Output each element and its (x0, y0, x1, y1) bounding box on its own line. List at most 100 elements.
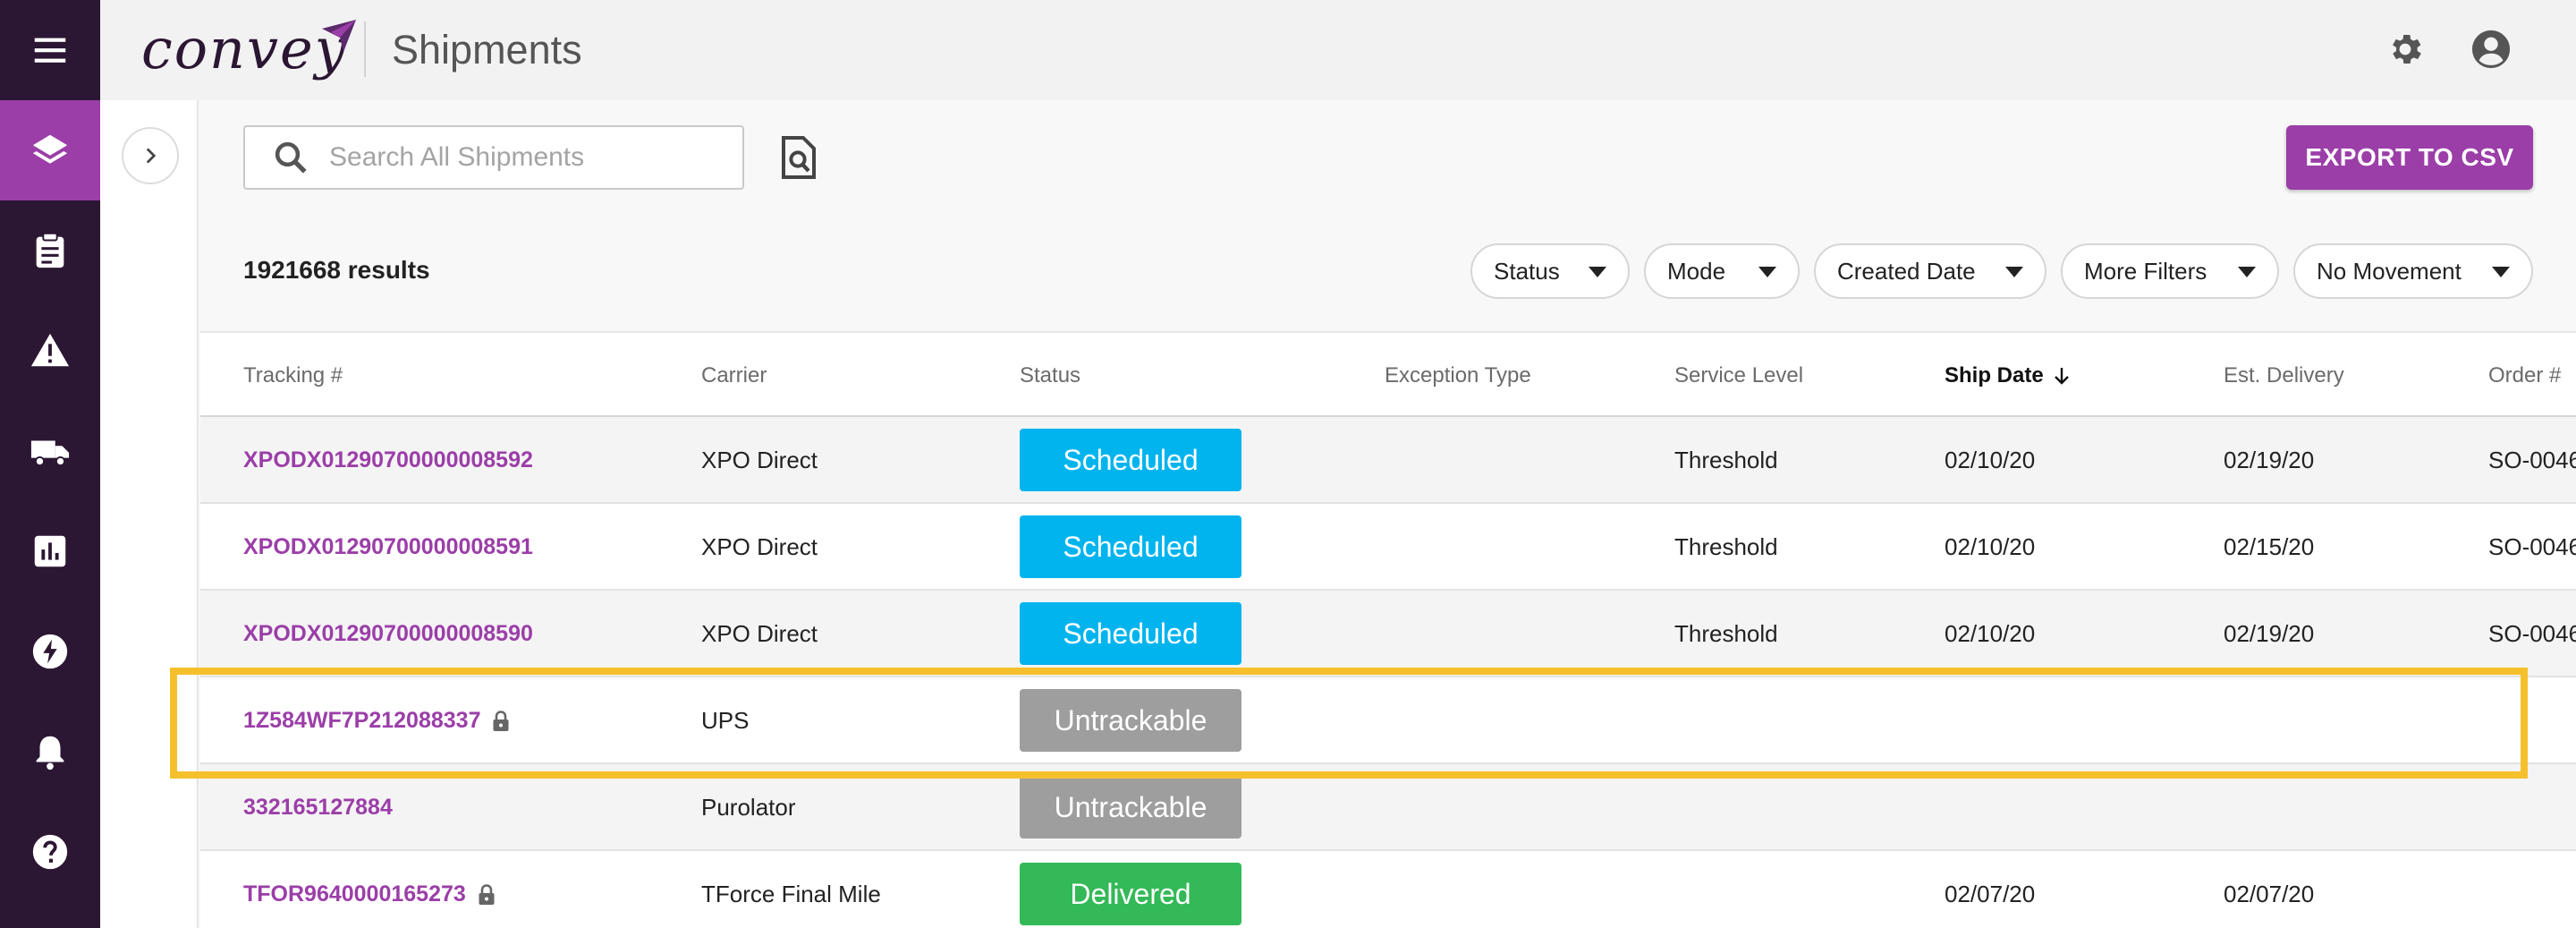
document-search-icon[interactable] (776, 134, 819, 181)
tracking-link[interactable]: TFOR9640000165273 (243, 851, 496, 928)
tracking-number: XPODX01290700000008592 (243, 447, 533, 473)
filter-rail (100, 100, 199, 928)
tracking-link[interactable]: XPODX01290700000008590 (243, 591, 533, 677)
settings-button[interactable] (2381, 25, 2429, 73)
table-row[interactable]: 332165127884 Purolator Untrackable (200, 764, 2576, 851)
tracking-number: TFOR9640000165273 (243, 881, 466, 907)
search-input[interactable] (329, 142, 723, 173)
tracking-link[interactable]: 1Z584WF7P212088337 (243, 677, 511, 764)
cell-order: SO-0046 (2488, 533, 2576, 560)
sidebar-item-analytics[interactable] (0, 501, 100, 601)
table-row[interactable]: XPODX01290700000008592 XPO Direct Schedule… (200, 417, 2576, 504)
warning-icon (30, 333, 70, 367)
sidebar-item-automations[interactable] (0, 601, 100, 702)
column-header-service-level[interactable]: Service Level (1674, 363, 1803, 388)
table-row[interactable]: XPODX01290700000008591 XPO Direct Schedule… (200, 504, 2576, 591)
header-divider (364, 21, 366, 77)
cell-service-level: Threshold (1674, 620, 1778, 647)
layers-icon (32, 134, 68, 164)
search-icon (275, 141, 307, 174)
cell-service-level: Threshold (1674, 447, 1778, 473)
expand-panel-button[interactable] (122, 127, 179, 184)
menu-button[interactable] (0, 0, 100, 100)
sidebar (0, 0, 100, 928)
filter-no-movement[interactable]: No Movement (2293, 243, 2533, 299)
tracking-number: XPODX01290700000008591 (243, 534, 533, 559)
column-header-tracking[interactable]: Tracking # (243, 363, 343, 388)
column-header-status[interactable]: Status (1020, 363, 1080, 388)
shipments-table: Tracking # Carrier Status Exception Type… (200, 331, 2576, 928)
lock-icon (493, 710, 509, 731)
logo-text: convey (141, 15, 348, 81)
sidebar-item-help[interactable] (0, 802, 100, 902)
status-badge: Delivered (1020, 863, 1241, 925)
status-badge: Scheduled (1020, 429, 1241, 491)
account-button[interactable] (2467, 25, 2515, 73)
cell-ship-date: 02/07/20 (1945, 881, 2036, 907)
filter-created-date[interactable]: Created Date (1814, 243, 2046, 299)
filter-label: Created Date (1837, 257, 1976, 285)
sidebar-item-notifications[interactable] (0, 702, 100, 802)
sidebar-item-exceptions[interactable] (0, 301, 100, 401)
export-csv-button[interactable]: EXPORT TO CSV (2286, 125, 2533, 190)
logo-flag-icon (322, 20, 356, 52)
cell-carrier: UPS (701, 707, 750, 734)
cell-order: SO-0046 (2488, 620, 2576, 647)
cell-est-delivery: 02/19/20 (2224, 620, 2315, 647)
tracking-link[interactable]: 332165127884 (243, 764, 393, 851)
menu-icon (34, 38, 66, 63)
table-row[interactable]: XPODX01290700000008590 XPO Direct Schedule… (200, 591, 2576, 677)
caret-down-icon (1758, 267, 1776, 277)
lock-icon (479, 883, 495, 905)
bar-chart-icon (34, 535, 66, 567)
caret-down-icon (2492, 267, 2510, 277)
caret-down-icon (2005, 267, 2023, 277)
filter-label: No Movement (2317, 257, 2462, 285)
cell-ship-date: 02/10/20 (1945, 533, 2036, 560)
filter-more-filters[interactable]: More Filters (2061, 243, 2279, 299)
cell-est-delivery: 02/07/20 (2224, 881, 2315, 907)
column-header-carrier[interactable]: Carrier (701, 363, 767, 388)
cell-order: SO-0046 (2488, 447, 2576, 473)
filter-label: Status (1494, 257, 1560, 285)
sidebar-item-shipments[interactable] (0, 100, 100, 200)
column-header-order[interactable]: Order # (2488, 363, 2561, 388)
tracking-number: XPODX01290700000008590 (243, 621, 533, 646)
filter-mode[interactable]: Mode (1644, 243, 1800, 299)
tracking-link[interactable]: XPODX01290700000008591 (243, 504, 533, 591)
filter-status[interactable]: Status (1470, 243, 1630, 299)
truck-icon (30, 440, 70, 467)
sidebar-item-carriers[interactable] (0, 401, 100, 501)
status-badge: Scheduled (1020, 602, 1241, 665)
table-row[interactable]: 1Z584WF7P212088337 UPS Untrackable (200, 677, 2576, 764)
sort-descending-icon (2054, 368, 2069, 385)
cell-service-level: Threshold (1674, 533, 1778, 560)
column-header-ship-date[interactable]: Ship Date (1945, 363, 2072, 388)
table-row[interactable]: TFOR9640000165273 TForce Final Mile Delive… (200, 851, 2576, 928)
caret-down-icon (2238, 267, 2256, 277)
user-account-icon (2471, 30, 2511, 69)
column-header-label: Ship Date (1945, 363, 2044, 387)
results-count: 1921668 results (243, 256, 430, 284)
cell-carrier: XPO Direct (701, 533, 818, 560)
tracking-link[interactable]: XPODX01290700000008592 (243, 417, 533, 504)
cell-est-delivery: 02/15/20 (2224, 533, 2315, 560)
page-title: Shipments (392, 27, 582, 72)
sidebar-item-orders[interactable] (0, 200, 100, 301)
tracking-number: 332165127884 (243, 795, 393, 820)
top-bar: convey Shipments (100, 0, 2576, 100)
column-header-exception-type[interactable]: Exception Type (1385, 363, 1531, 388)
cell-carrier: TForce Final Mile (701, 881, 881, 907)
clipboard-icon (36, 232, 64, 268)
bell-icon (36, 736, 64, 770)
status-badge: Untrackable (1020, 689, 1241, 752)
cell-carrier: Purolator (701, 794, 796, 821)
cell-carrier: XPO Direct (701, 620, 818, 647)
convey-logo[interactable]: convey (141, 13, 356, 84)
help-icon (32, 834, 68, 870)
cell-ship-date: 02/10/20 (1945, 447, 2036, 473)
filter-label: More Filters (2084, 257, 2207, 285)
column-header-est-delivery[interactable]: Est. Delivery (2224, 363, 2344, 388)
table-body: XPODX01290700000008592 XPO Direct Schedule… (200, 417, 2576, 928)
chevron-right-icon (146, 148, 157, 164)
